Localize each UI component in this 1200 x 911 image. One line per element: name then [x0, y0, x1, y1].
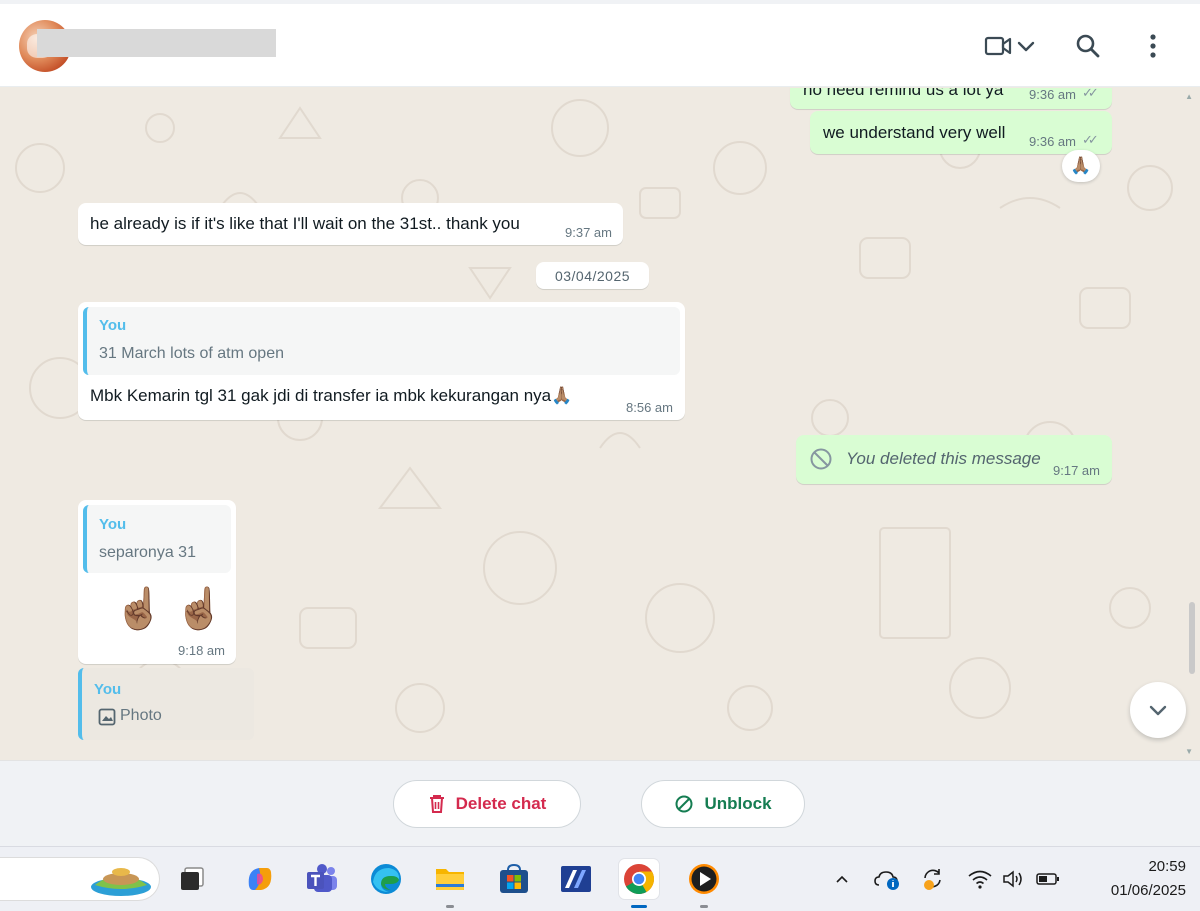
edge-button[interactable]: [366, 859, 406, 899]
message-text: we understand very well: [823, 123, 1006, 142]
taskbar-clock[interactable]: 20:59 01/06/2025: [1076, 855, 1186, 903]
quoted-message[interactable]: You separonya 31: [83, 505, 231, 573]
scroll-down-arrow-icon[interactable]: ▼: [1185, 747, 1193, 756]
windows-taskbar: 20:59 01/06/2025: [0, 846, 1200, 911]
message-text: no need remind us a lot ya: [803, 88, 1004, 99]
chat-messages-pane[interactable]: ▲ ▼ no need remind us a lot ya 9:36 am ✓…: [0, 88, 1200, 760]
message-time: 9:36 am: [1029, 134, 1076, 149]
message-time: 9:17 am: [1053, 463, 1100, 478]
sync-status-button[interactable]: [918, 867, 948, 891]
volume-icon: [1003, 870, 1022, 888]
app-icon: [561, 866, 591, 892]
read-receipt-icon: ✓✓: [1082, 88, 1099, 100]
teams-icon: [307, 864, 337, 892]
quote-text: 31 March lots of atm open: [99, 345, 284, 362]
delete-chat-button[interactable]: Delete chat: [393, 780, 581, 828]
volume-button[interactable]: [1000, 867, 1028, 891]
message-text: You deleted this message: [846, 449, 1041, 468]
copilot-icon: [248, 868, 272, 890]
media-player-icon: [689, 864, 719, 894]
delete-chat-label: Delete chat: [455, 794, 547, 813]
show-hidden-icons-button[interactable]: [830, 867, 854, 891]
message-time: 9:18 am: [178, 643, 225, 658]
active-indicator: [631, 905, 647, 908]
more-options-button[interactable]: [1136, 28, 1170, 64]
clock-date: 01/06/2025: [1110, 882, 1186, 899]
scroll-to-bottom-button[interactable]: [1130, 682, 1186, 738]
incoming-message[interactable]: he already is if it's like that I'll wai…: [78, 203, 623, 245]
wifi-button[interactable]: [966, 867, 994, 891]
message-text: Mbk Kemarin tgl 31 gak jdi di transfer i…: [90, 386, 573, 405]
outgoing-message[interactable]: no need remind us a lot ya 9:36 am ✓✓: [790, 88, 1112, 109]
incoming-message[interactable]: You separonya 31 ☝🏽 ☝🏽 9:18 am: [78, 500, 236, 664]
clock-time: 20:59: [1148, 858, 1186, 875]
deleted-message-icon: [810, 448, 832, 470]
message-text: he already is if it's like that I'll wai…: [90, 214, 520, 233]
chevron-down-icon: [1149, 705, 1167, 716]
read-receipt-icon: ✓✓: [1082, 132, 1099, 147]
sync-icon: [924, 869, 941, 890]
widgets-icon: [91, 868, 151, 896]
widgets-button[interactable]: [88, 857, 154, 901]
cloud-info-icon: [874, 871, 899, 890]
message-time: 8:56 am: [626, 400, 673, 415]
message-emoji: ☝🏽 ☝🏽: [114, 587, 225, 631]
quote-text: Photo: [120, 707, 162, 724]
quoted-photo-message[interactable]: You Photo: [78, 668, 254, 740]
quote-author: You: [99, 516, 127, 533]
edge-icon: [371, 864, 401, 894]
blocked-contact-footer: Delete chat Unblock: [0, 760, 1200, 846]
video-call-icon: [984, 36, 1012, 56]
photo-icon: [98, 708, 116, 726]
chrome-icon: [624, 864, 655, 895]
chat-header: [0, 4, 1200, 87]
scrollbar-thumb[interactable]: [1189, 602, 1195, 674]
outgoing-message[interactable]: we understand very well 9:36 am ✓✓: [810, 111, 1112, 154]
message-time: 9:37 am: [565, 225, 612, 240]
incoming-message[interactable]: You 31 March lots of atm open Mbk Kemari…: [78, 302, 685, 420]
video-call-button[interactable]: [978, 28, 1044, 64]
file-explorer-button[interactable]: [430, 859, 470, 908]
search-icon: [1076, 34, 1100, 58]
search-button[interactable]: [1070, 28, 1106, 64]
deleted-message[interactable]: You deleted this message 9:17 am: [796, 435, 1112, 484]
unblock-label: Unblock: [704, 794, 772, 813]
media-player-button[interactable]: [684, 859, 724, 908]
chat-scrollbar[interactable]: ▲ ▼: [1185, 88, 1198, 760]
more-options-icon: [1150, 34, 1156, 58]
file-explorer-icon: [436, 869, 464, 890]
date-separator: 03/04/2025: [536, 262, 649, 289]
microsoft-store-button[interactable]: [494, 859, 534, 899]
quote-author: You: [99, 317, 127, 334]
scroll-up-arrow-icon[interactable]: ▲: [1185, 92, 1193, 101]
contact-name[interactable]: [37, 29, 276, 57]
unblock-icon: [675, 795, 693, 813]
trash-icon: [429, 795, 444, 813]
battery-button[interactable]: [1034, 867, 1062, 891]
task-view-button[interactable]: [172, 859, 212, 899]
wifi-icon: [968, 870, 992, 889]
quote-text: separonya 31: [99, 544, 196, 561]
app-button[interactable]: [556, 859, 596, 899]
chevron-down-icon: [1017, 41, 1035, 52]
message-time: 9:36 am: [1029, 88, 1076, 102]
microsoft-store-icon: [500, 863, 528, 893]
chrome-button[interactable]: [619, 859, 659, 908]
onedrive-status-button[interactable]: [872, 867, 902, 891]
chevron-up-icon: [836, 875, 848, 883]
copilot-button[interactable]: [240, 859, 280, 899]
task-view-icon: [181, 867, 204, 890]
quote-author: You: [94, 681, 122, 698]
message-reaction[interactable]: 🙏🏽: [1062, 150, 1100, 182]
running-indicator: [700, 905, 708, 908]
teams-button[interactable]: [302, 859, 342, 899]
running-indicator: [446, 905, 454, 908]
battery-icon: [1036, 873, 1059, 885]
unblock-button[interactable]: Unblock: [641, 780, 805, 828]
quoted-message[interactable]: You 31 March lots of atm open: [83, 307, 680, 375]
